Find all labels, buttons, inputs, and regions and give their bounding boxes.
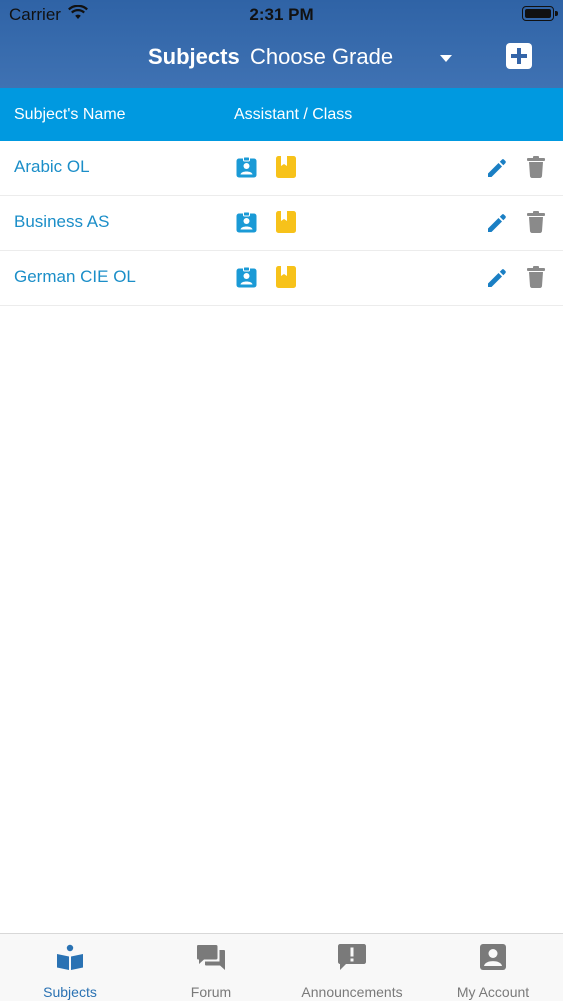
class-book-icon[interactable] — [276, 156, 296, 178]
account-icon — [480, 944, 506, 970]
subject-name[interactable]: German CIE OL — [14, 267, 136, 287]
subject-name[interactable]: Arabic OL — [14, 157, 90, 177]
tab-label: Subjects — [43, 984, 97, 1000]
trash-icon[interactable] — [527, 156, 545, 178]
tab-forum[interactable]: Forum — [141, 934, 281, 1001]
nav-bar: Subjects Choose Grade — [0, 30, 563, 88]
tab-label: Announcements — [301, 984, 403, 1000]
status-bar: Carrier 2:31 PM — [0, 0, 563, 30]
page-title: Subjects — [148, 44, 240, 69]
assistant-badge-icon[interactable] — [236, 212, 257, 233]
class-book-icon[interactable] — [276, 211, 296, 233]
tab-subjects[interactable]: Subjects — [0, 934, 140, 1001]
subject-list: Arabic OL Business AS German CIE OL — [0, 141, 563, 306]
class-book-icon[interactable] — [276, 266, 296, 288]
assistant-badge-icon[interactable] — [236, 157, 257, 178]
status-time: 2:31 PM — [249, 5, 314, 24]
tab-label: Forum — [190, 984, 232, 1000]
trash-icon[interactable] — [527, 266, 545, 288]
book-reader-icon — [57, 944, 83, 970]
subject-row[interactable]: Arabic OL — [0, 141, 563, 196]
edit-icon[interactable] — [486, 157, 508, 179]
chat-bubbles-icon — [197, 945, 225, 970]
subject-name[interactable]: Business AS — [14, 212, 109, 232]
trash-icon[interactable] — [527, 211, 545, 233]
column-header-assistant-class: Assistant / Class — [234, 106, 353, 123]
subject-row[interactable]: German CIE OL — [0, 251, 563, 306]
tab-label: My Account — [456, 984, 530, 1000]
grade-dropdown-value: Choose Grade — [250, 44, 394, 69]
edit-icon[interactable] — [486, 212, 508, 234]
grade-dropdown[interactable]: Choose Grade — [250, 44, 460, 74]
tab-my-account[interactable]: My Account — [423, 934, 563, 1001]
chevron-down-icon — [440, 55, 452, 62]
tab-bar: Subjects Forum Announcements My Account — [0, 933, 563, 1001]
alert-bubble-icon — [338, 944, 366, 970]
add-subject-button[interactable] — [505, 42, 533, 70]
edit-icon[interactable] — [486, 267, 508, 289]
subject-row[interactable]: Business AS — [0, 196, 563, 251]
table-header: Subject's Name Assistant / Class — [0, 88, 563, 141]
assistant-badge-icon[interactable] — [236, 267, 257, 288]
app-header: Carrier 2:31 PM Subjects Choose Grade — [0, 0, 563, 88]
column-header-name: Subject's Name — [14, 106, 126, 123]
tab-announcements[interactable]: Announcements — [282, 934, 422, 1001]
battery-icon — [522, 6, 558, 21]
